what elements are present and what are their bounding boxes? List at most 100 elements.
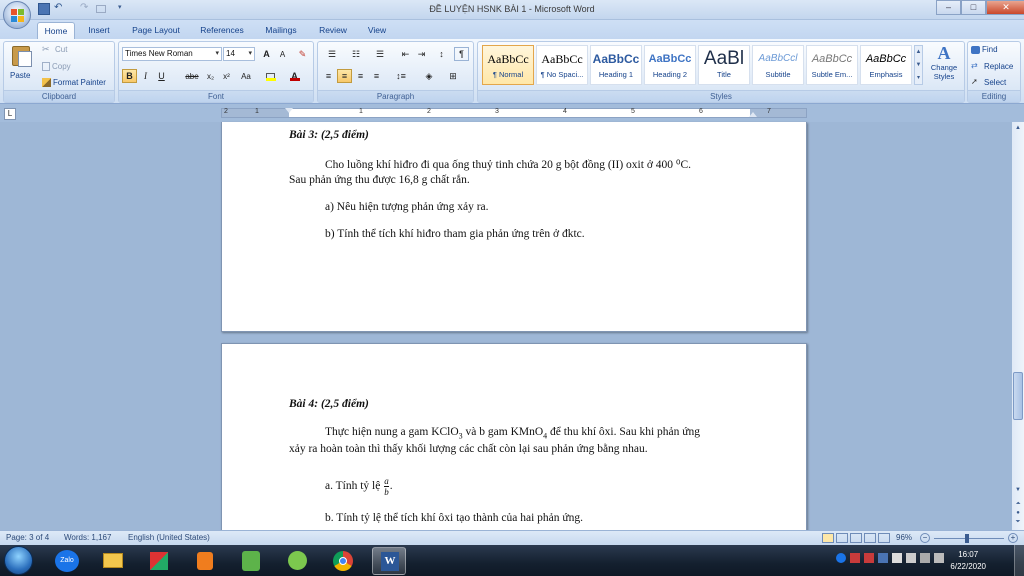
change-styles-button[interactable]: A Change Styles	[926, 43, 962, 89]
web-layout-icon[interactable]	[850, 533, 862, 543]
maximize-button[interactable]: □	[961, 0, 986, 15]
taskbar-app[interactable]	[280, 547, 314, 575]
outline-icon[interactable]	[864, 533, 876, 543]
font-color-button[interactable]: A	[287, 69, 302, 83]
style-title[interactable]: AaBl Title	[698, 45, 750, 85]
tab-references[interactable]: References	[195, 22, 249, 39]
justify-icon[interactable]: ≡	[369, 69, 384, 83]
find-button[interactable]: Find	[971, 44, 998, 56]
style-heading-2[interactable]: AaBbCc Heading 2	[644, 45, 696, 85]
copy-button[interactable]: Copy	[42, 61, 71, 73]
numbering-icon[interactable]: ☷	[345, 47, 367, 61]
tab-review[interactable]: Review	[313, 22, 353, 39]
style-subtle-emphasis[interactable]: AaBbCc Subtle Em...	[806, 45, 858, 85]
strikethrough-button[interactable]: abe	[183, 69, 201, 83]
format-painter-button[interactable]: Format Painter	[42, 77, 106, 89]
display-tray-icon[interactable]	[906, 553, 916, 563]
horizontal-ruler[interactable]: 1 2 1 2 3 4 5 6 7	[221, 108, 807, 118]
antivirus-tray-icon[interactable]	[850, 553, 860, 563]
shrink-font-button[interactable]: A	[275, 47, 290, 61]
style-no-spacing[interactable]: AaBbCc ¶ No Spaci...	[536, 45, 588, 85]
draft-icon[interactable]	[878, 533, 890, 543]
highlight-button[interactable]	[263, 69, 278, 83]
change-case-button[interactable]: Aa	[237, 69, 255, 83]
scroll-down-icon[interactable]: ▼	[1013, 485, 1023, 495]
minimize-button[interactable]: –	[936, 0, 961, 15]
office-button[interactable]	[3, 1, 31, 29]
style-subtitle[interactable]: AaBbCcl Subtitle	[752, 45, 804, 85]
full-screen-reading-icon[interactable]	[836, 533, 848, 543]
clock[interactable]: 16:07 6/22/2020	[950, 549, 986, 573]
underline-button[interactable]: U	[154, 69, 169, 83]
replace-button[interactable]: ⇄ Replace	[971, 61, 1013, 73]
taskbar-chrome[interactable]	[326, 547, 360, 575]
taskbar-game[interactable]	[234, 547, 268, 575]
align-right-icon[interactable]: ≡	[353, 69, 368, 83]
tab-home[interactable]: Home	[37, 22, 75, 39]
unikey-tray-icon[interactable]	[864, 553, 874, 563]
font-family-select[interactable]: Times New Roman ▾	[122, 47, 222, 61]
volume-icon[interactable]	[892, 553, 902, 563]
zoom-level[interactable]: 96%	[896, 531, 912, 545]
line-spacing-icon[interactable]: ↕≡	[391, 69, 411, 83]
tab-selector-icon[interactable]: L	[4, 108, 16, 120]
style-heading-1[interactable]: AaBbCc Heading 1	[590, 45, 642, 85]
shading-icon[interactable]: ◈	[419, 69, 439, 83]
first-line-indent-marker[interactable]	[285, 108, 293, 113]
grow-font-button[interactable]: A	[259, 47, 274, 61]
vertical-scrollbar[interactable]	[1012, 122, 1024, 530]
browse-object-icon[interactable]: ●	[1013, 509, 1023, 517]
show-formatting-button[interactable]: ¶	[454, 47, 469, 61]
tab-mailings[interactable]: Mailings	[258, 22, 304, 39]
styles-scroll-icon[interactable]: ▲ ▼ ▾	[914, 45, 923, 85]
clear-formatting-icon[interactable]: ✎	[295, 47, 310, 61]
zoom-in-icon[interactable]: +	[1008, 533, 1018, 543]
right-indent-marker[interactable]	[749, 112, 757, 117]
taskbar-zalo[interactable]: Zalo	[50, 547, 84, 575]
align-center-icon[interactable]: ≡	[337, 69, 352, 83]
bullets-icon[interactable]: ☰	[321, 47, 343, 61]
tab-insert[interactable]: Insert	[82, 22, 116, 39]
decrease-indent-icon[interactable]: ⇤	[398, 47, 413, 61]
multilevel-list-icon[interactable]: ☰	[369, 47, 391, 61]
scroll-up-icon[interactable]: ▲	[1013, 123, 1023, 133]
taskbar-media-player[interactable]	[188, 547, 222, 575]
zoom-out-icon[interactable]: −	[920, 533, 930, 543]
document-page-3[interactable]: Bài 3: (2,5 điểm) Cho luồng khí hiđro đi…	[221, 122, 807, 332]
scrollbar-thumb[interactable]	[1013, 372, 1023, 420]
page-count[interactable]: Page: 3 of 4	[6, 531, 49, 545]
word-count[interactable]: Words: 1,167	[64, 531, 111, 545]
select-button[interactable]: ➚ Select	[971, 77, 1006, 89]
font-size-select[interactable]: 14 ▾	[223, 47, 255, 61]
increase-indent-icon[interactable]: ⇥	[414, 47, 429, 61]
borders-icon[interactable]: ⊞	[443, 69, 463, 83]
taskbar-word[interactable]: W	[372, 547, 406, 575]
subscript-button[interactable]: x₂	[203, 69, 218, 83]
zalo-tray-icon[interactable]	[836, 553, 846, 563]
sort-icon[interactable]: ↕	[434, 47, 449, 61]
taskbar-unikey[interactable]	[142, 547, 176, 575]
taskbar-file-explorer[interactable]	[96, 547, 130, 575]
show-desktop-button[interactable]	[1014, 545, 1024, 576]
tab-view[interactable]: View	[362, 22, 392, 39]
paste-icon[interactable]	[9, 44, 35, 68]
cut-button[interactable]: ✂ Cut	[42, 44, 67, 56]
tab-page-layout[interactable]: Page Layout	[126, 22, 186, 39]
close-button[interactable]: ✕	[986, 0, 1024, 15]
align-left-icon[interactable]: ≡	[321, 69, 336, 83]
superscript-button[interactable]: x²	[219, 69, 234, 83]
style-normal[interactable]: AaBbCc ¶ Normal	[482, 45, 534, 85]
start-button-icon[interactable]	[4, 546, 33, 575]
zoom-slider-thumb[interactable]	[965, 534, 970, 543]
style-emphasis[interactable]: AaBbCc Emphasis	[860, 45, 912, 85]
bold-button[interactable]: B	[122, 69, 137, 83]
previous-page-icon[interactable]: ⏶	[1013, 500, 1023, 508]
document-page-4[interactable]: Bài 4: (2,5 điểm) Thực hiện nung a gam K…	[221, 343, 807, 543]
action-center-icon[interactable]	[934, 553, 944, 563]
language-indicator[interactable]: English (United States)	[128, 531, 210, 545]
keyboard-tray-icon[interactable]	[920, 553, 930, 563]
network-tray-icon[interactable]	[878, 553, 888, 563]
paste-button[interactable]: Paste	[10, 70, 30, 82]
italic-button[interactable]: I	[138, 69, 153, 83]
print-layout-icon[interactable]	[822, 533, 834, 543]
